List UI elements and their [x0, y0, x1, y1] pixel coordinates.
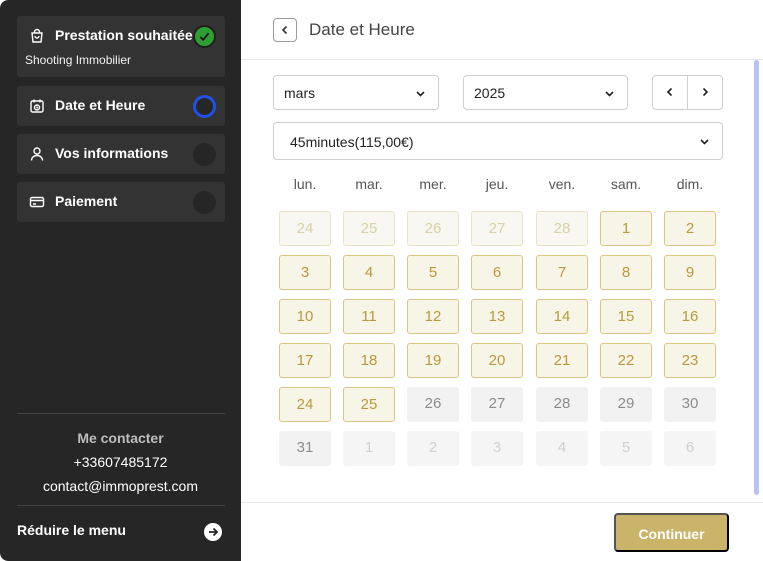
calendar-day: 3	[471, 431, 523, 466]
prev-month-button[interactable]	[653, 76, 688, 109]
calendar-day[interactable]: 6	[471, 255, 523, 290]
calendar-day: 27	[471, 211, 523, 246]
sidebar-divider	[17, 505, 225, 506]
step-label: Vos informations	[55, 145, 169, 161]
step-date-heure[interactable]: Date et Heure	[17, 86, 225, 126]
calendar-day[interactable]: 8	[600, 255, 652, 290]
month-select-value: mars	[284, 85, 316, 101]
contact-phone-link[interactable]: +33607485172	[0, 454, 241, 470]
footer: Continuer	[241, 502, 763, 561]
calendar-day[interactable]: 14	[536, 299, 588, 334]
calendar-day: 28	[536, 387, 588, 422]
calendar-day[interactable]: 12	[407, 299, 459, 334]
chevron-down-icon	[699, 136, 710, 147]
weekday-label: sam.	[610, 176, 642, 192]
year-select-value: 2025	[474, 85, 506, 101]
sidebar-divider	[17, 413, 225, 414]
step-paiement[interactable]: Paiement	[17, 182, 225, 222]
step-prestation-head: Prestation souhaitée	[17, 16, 225, 56]
calendar-day: 1	[343, 431, 395, 466]
continue-button[interactable]: Continuer	[614, 513, 729, 552]
calendar-day[interactable]: 9	[664, 255, 716, 290]
calendar-day[interactable]: 19	[407, 343, 459, 378]
contact-title: Me contacter	[77, 430, 164, 446]
chevron-down-icon	[604, 88, 615, 99]
step-label: Date et Heure	[55, 97, 146, 113]
step-current-indicator	[193, 95, 216, 118]
calendar-day[interactable]: 1	[600, 211, 652, 246]
chevron-down-icon	[415, 88, 426, 99]
calendar-day: 6	[664, 431, 716, 466]
month-nav	[652, 75, 723, 110]
calendar-day[interactable]: 7	[536, 255, 588, 290]
weekday-label: mer.	[419, 176, 447, 192]
booking-app: Prestation souhaitée Shooting Immobilier…	[0, 0, 763, 561]
weekday-label: dim.	[676, 176, 704, 192]
calendar-day: 29	[600, 387, 652, 422]
calendar-day[interactable]: 4	[343, 255, 395, 290]
weekday-label: lun.	[293, 176, 317, 192]
credit-card-icon	[29, 194, 45, 210]
calendar-day[interactable]: 25	[343, 387, 395, 422]
calendar-day[interactable]: 23	[664, 343, 716, 378]
calendar-day[interactable]: 18	[343, 343, 395, 378]
reduce-menu-button[interactable]: Réduire le menu	[17, 522, 126, 538]
sidebar: Prestation souhaitée Shooting Immobilier…	[0, 0, 241, 561]
user-icon	[29, 146, 45, 162]
calendar-day[interactable]: 10	[279, 299, 331, 334]
step-prestation[interactable]: Prestation souhaitée Shooting Immobilier	[17, 16, 225, 77]
calendar-day[interactable]: 15	[600, 299, 652, 334]
calendar-day[interactable]: 13	[471, 299, 523, 334]
calendar-day: 31	[279, 431, 331, 466]
calendar-day: 25	[343, 211, 395, 246]
calendar-day[interactable]: 3	[279, 255, 331, 290]
service-select[interactable]: 45minutes(115,00€)	[273, 122, 723, 160]
calendar-day[interactable]: 5	[407, 255, 459, 290]
scrollbar[interactable]	[754, 60, 759, 495]
calendar-day[interactable]: 24	[279, 387, 331, 422]
calendar-day: 5	[600, 431, 652, 466]
step-todo-indicator	[193, 143, 216, 166]
year-select[interactable]: 2025	[463, 75, 628, 110]
calendar-day: 26	[407, 211, 459, 246]
calendar-day: 30	[664, 387, 716, 422]
step-sublabel: Shooting Immobilier	[25, 53, 132, 67]
calendar-day: 24	[279, 211, 331, 246]
calendar-day: 28	[536, 211, 588, 246]
calendar-day[interactable]: 16	[664, 299, 716, 334]
arrow-right-circle-icon[interactable]	[204, 523, 222, 541]
calendar-day: 4	[536, 431, 588, 466]
next-month-button[interactable]	[688, 76, 723, 109]
calendar-day[interactable]: 17	[279, 343, 331, 378]
service-select-value: 45minutes(115,00€)	[290, 134, 414, 150]
weekday-label: ven.	[548, 176, 576, 192]
weekday-label: mar.	[355, 176, 383, 192]
calendar-day[interactable]: 20	[471, 343, 523, 378]
shopping-bag-icon	[29, 28, 45, 44]
contact-email-link[interactable]: contact@immoprest.com	[0, 478, 241, 494]
calendar-day: 2	[407, 431, 459, 466]
calendar-day[interactable]: 2	[664, 211, 716, 246]
month-select[interactable]: mars	[273, 75, 439, 110]
calendar-day: 27	[471, 387, 523, 422]
calendar-day[interactable]: 22	[600, 343, 652, 378]
step-label: Paiement	[55, 193, 118, 209]
calendar-clock-icon	[29, 98, 45, 114]
step-todo-indicator	[193, 191, 216, 214]
calendar-day[interactable]: 21	[536, 343, 588, 378]
main-panel: Date et Heure mars 2025 45minutes(115,00…	[241, 0, 763, 561]
calendar-day[interactable]: 11	[343, 299, 395, 334]
page-title: Date et Heure	[309, 20, 415, 39]
weekday-label: jeu.	[485, 176, 509, 192]
calendar-day: 26	[407, 387, 459, 422]
step-vos-informations[interactable]: Vos informations	[17, 134, 225, 174]
step-label: Prestation souhaitée	[55, 27, 193, 43]
step-done-check-icon	[193, 25, 216, 48]
back-button[interactable]	[273, 18, 297, 42]
header: Date et Heure	[241, 0, 763, 60]
